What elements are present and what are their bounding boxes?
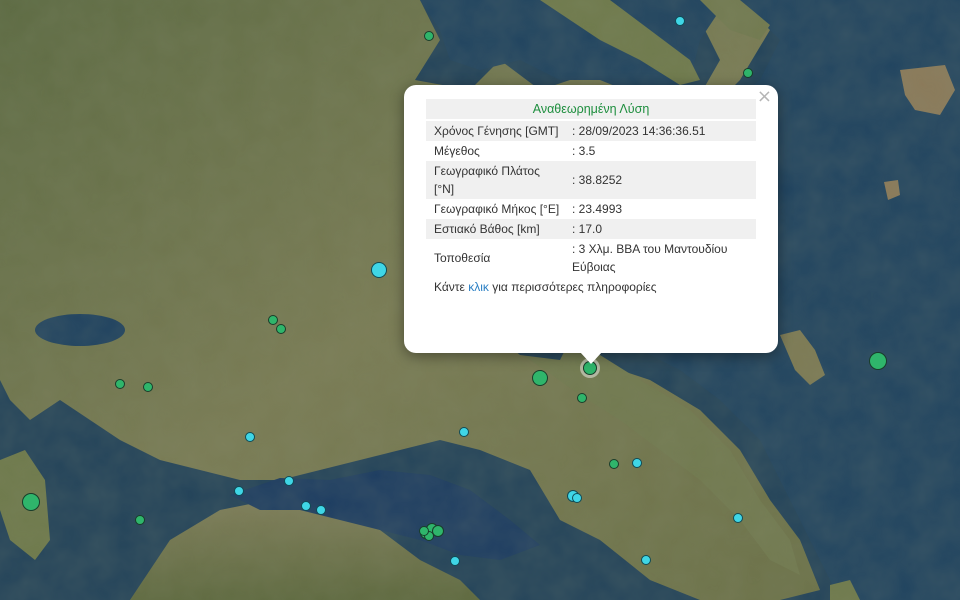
origin-time-label: Χρόνος Γένησης [GMT]	[426, 121, 570, 141]
earthquake-marker[interactable]	[316, 505, 326, 515]
magnitude-value: : 3.5	[572, 144, 596, 158]
table-row: Γεωγραφικό Πλάτος [°N] : 38.8252	[426, 161, 756, 199]
earthquake-info-popup: × Αναθεωρημένη Λύση Χρόνος Γένησης [GMT]…	[404, 85, 778, 353]
depth-label: Εστιακό Βάθος [km]	[426, 219, 570, 239]
earthquake-info-table: Χρόνος Γένησης [GMT] : 28/09/2023 14:36:…	[426, 121, 756, 277]
origin-time-value: : 28/09/2023 14:36:36.51	[570, 121, 756, 141]
popup-title: Αναθεωρημένη Λύση	[426, 99, 756, 119]
earthquake-marker[interactable]	[234, 486, 244, 496]
more-info-suffix: για περισσότερες πληροφορίες	[492, 280, 657, 294]
table-row: Χρόνος Γένησης [GMT] : 28/09/2023 14:36:…	[426, 121, 756, 141]
close-icon[interactable]: ×	[757, 87, 772, 107]
earthquake-marker[interactable]	[743, 68, 753, 78]
magnitude-label: Μέγεθος	[434, 144, 480, 158]
longitude-value: : 23.4993	[572, 202, 623, 216]
earthquake-marker[interactable]	[733, 513, 743, 523]
earthquake-marker[interactable]	[419, 526, 429, 536]
earthquake-marker[interactable]	[371, 262, 387, 278]
earthquake-marker[interactable]	[532, 370, 548, 386]
popup-content: Αναθεωρημένη Λύση Χρόνος Γένησης [GMT] :…	[426, 99, 756, 297]
earthquake-marker[interactable]	[245, 432, 255, 442]
location-label: Τοποθεσία	[434, 251, 491, 265]
latitude-label: Γεωγραφικό Πλάτος [°N]	[426, 161, 570, 199]
earthquake-marker[interactable]	[450, 556, 460, 566]
earthquake-marker[interactable]	[609, 459, 619, 469]
earthquake-marker[interactable]	[135, 515, 145, 525]
more-info-prefix: Κάντε	[434, 280, 465, 294]
earthquake-marker[interactable]	[143, 382, 153, 392]
earthquake-marker[interactable]	[869, 352, 887, 370]
earthquake-marker[interactable]	[459, 427, 469, 437]
table-row: Μέγεθος : 3.5	[426, 141, 756, 161]
table-row: Γεωγραφικό Μήκος [°E] : 23.4993	[426, 199, 756, 219]
latitude-value: : 38.8252	[570, 161, 756, 199]
longitude-label: Γεωγραφικό Μήκος [°E]	[434, 202, 560, 216]
earthquake-marker[interactable]	[577, 393, 587, 403]
table-row: Εστιακό Βάθος [km] : 17.0	[426, 219, 756, 239]
earthquake-marker[interactable]	[115, 379, 125, 389]
depth-value: : 17.0	[570, 219, 756, 239]
earthquake-marker[interactable]	[268, 315, 278, 325]
earthquake-marker[interactable]	[641, 555, 651, 565]
earthquake-marker[interactable]	[675, 16, 685, 26]
location-value: : 3 Χλμ. ΒΒΑ του Μαντουδίου Εύβοιας	[572, 242, 728, 274]
popup-tip	[580, 352, 602, 364]
more-info-line: Κάντε κλικ για περισσότερες πληροφορίες	[426, 277, 756, 297]
earthquake-marker[interactable]	[22, 493, 40, 511]
earthquake-marker[interactable]	[572, 493, 582, 503]
table-row: Τοποθεσία : 3 Χλμ. ΒΒΑ του Μαντουδίου Εύ…	[426, 239, 756, 277]
earthquake-marker[interactable]	[424, 31, 434, 41]
earthquake-marker[interactable]	[301, 501, 311, 511]
earthquake-marker[interactable]	[276, 324, 286, 334]
more-info-link[interactable]: κλικ	[468, 280, 489, 294]
earthquake-marker[interactable]	[632, 458, 642, 468]
earthquake-marker[interactable]	[284, 476, 294, 486]
